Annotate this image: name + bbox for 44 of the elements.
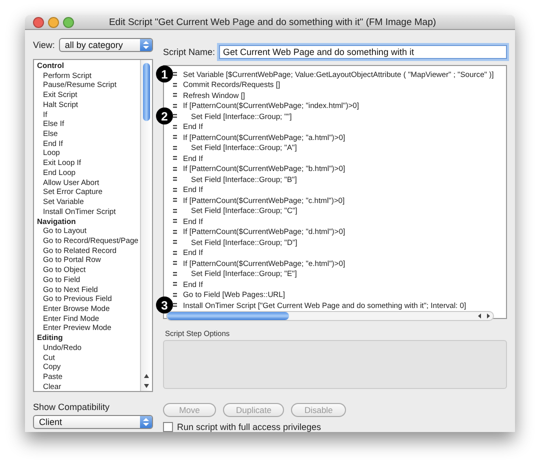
drag-handle-icon[interactable] bbox=[173, 134, 177, 140]
drag-handle-icon[interactable] bbox=[173, 102, 177, 109]
drag-handle-icon[interactable] bbox=[173, 302, 177, 308]
drag-handle-icon[interactable] bbox=[173, 197, 177, 204]
compatibility-label: Show Compatibility bbox=[33, 402, 111, 412]
drag-handle-icon[interactable] bbox=[173, 82, 177, 88]
view-label: View: bbox=[33, 40, 55, 50]
callout-badge: 3 bbox=[156, 296, 173, 314]
drag-handle-icon[interactable] bbox=[173, 292, 177, 298]
drag-handle-icon[interactable] bbox=[173, 239, 177, 246]
stepper-icon bbox=[140, 416, 152, 428]
drag-handle-icon[interactable] bbox=[173, 176, 177, 182]
stepper-icon bbox=[140, 39, 152, 51]
drag-handle-icon[interactable] bbox=[173, 186, 177, 193]
drag-handle-icon[interactable] bbox=[173, 281, 177, 288]
callout-badge: 1 bbox=[156, 66, 173, 83]
compatibility-dropdown[interactable]: Client bbox=[33, 415, 153, 429]
minimize-icon[interactable] bbox=[48, 16, 59, 28]
drag-handle-icon[interactable] bbox=[173, 71, 177, 78]
drag-handle-icon[interactable] bbox=[173, 113, 177, 120]
drag-handle-icon[interactable] bbox=[173, 218, 177, 224]
drag-handle-icon[interactable] bbox=[173, 144, 177, 151]
close-icon[interactable] bbox=[33, 16, 44, 28]
checkbox[interactable] bbox=[163, 422, 173, 432]
scroll-thumb[interactable] bbox=[143, 63, 150, 121]
drag-handle-icon[interactable] bbox=[173, 260, 177, 266]
drag-handle-icon[interactable] bbox=[173, 270, 177, 277]
drag-handle-icon[interactable] bbox=[173, 155, 177, 162]
drag-handle-icon[interactable] bbox=[173, 92, 177, 98]
drag-handle-icon[interactable] bbox=[173, 228, 177, 235]
drag-handle-icon[interactable] bbox=[173, 250, 177, 256]
drag-handle-icon[interactable] bbox=[173, 166, 177, 172]
scroll-thumb[interactable] bbox=[167, 312, 289, 320]
drag-handle-icon[interactable] bbox=[173, 124, 177, 130]
callout-badge: 2 bbox=[156, 108, 173, 125]
zoom-icon[interactable] bbox=[63, 16, 74, 28]
window-title: Edit Script "Get Current Web Page and do something with it" (FM Image Map) bbox=[108, 16, 438, 28]
drag-handle-icon[interactable] bbox=[173, 208, 177, 214]
script-name-label: Script Name: bbox=[163, 47, 216, 57]
view-dropdown[interactable]: all by category bbox=[58, 38, 153, 52]
horizontal-scrollbar[interactable] bbox=[166, 310, 494, 320]
vertical-scrollbar[interactable] bbox=[140, 60, 152, 391]
script-name-field[interactable]: Get Current Web Page and do something with it bbox=[219, 45, 507, 59]
checkbox-label: Run script with full access privileges bbox=[177, 422, 322, 432]
